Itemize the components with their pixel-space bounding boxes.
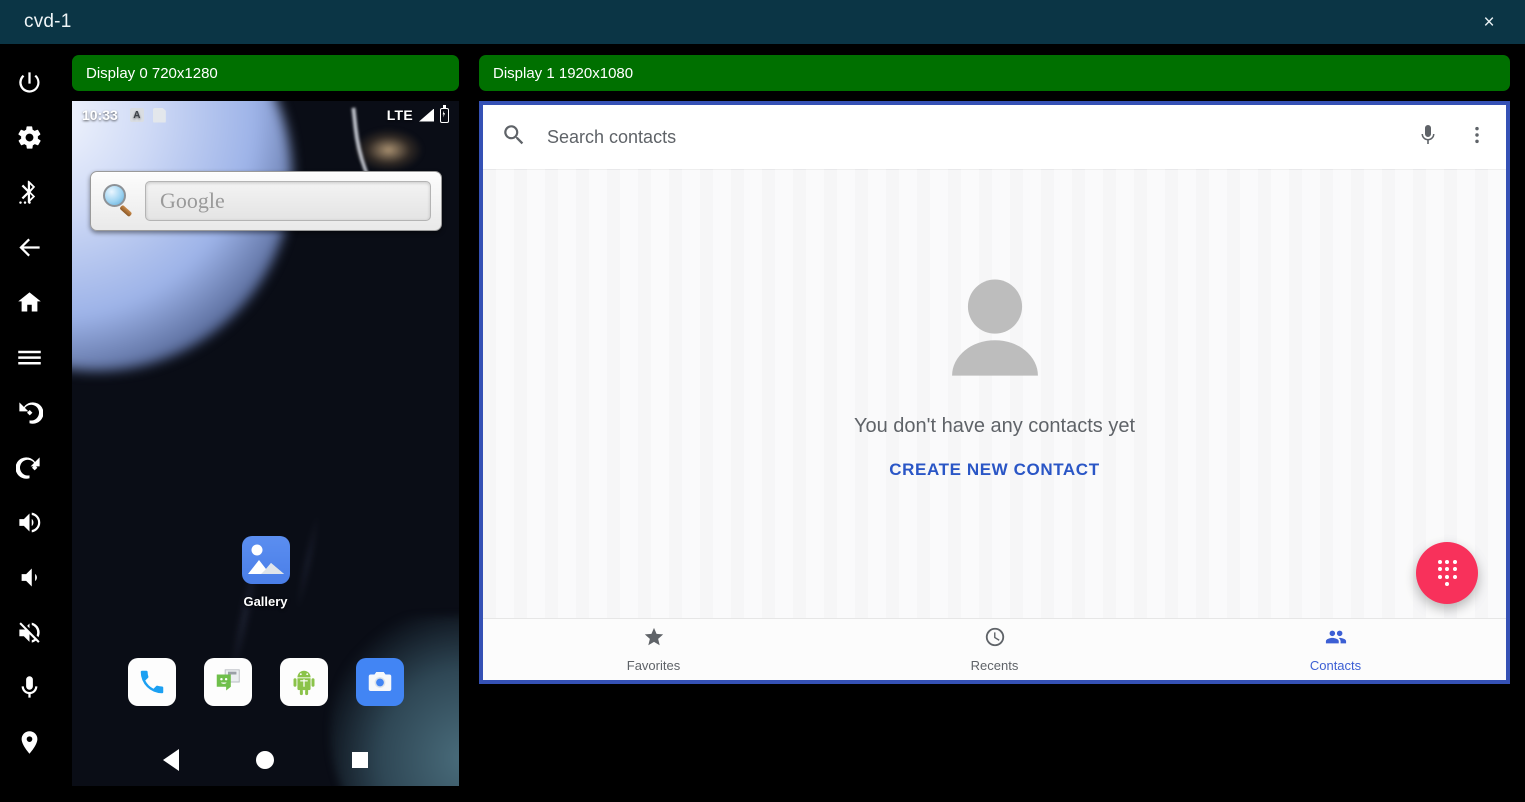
rotate-right-icon[interactable] (1, 440, 57, 495)
bottom-nav-label-recents: Recents (971, 658, 1019, 673)
a-badge-icon: A (130, 108, 144, 122)
menu-icon[interactable] (1, 330, 57, 385)
location-pin-icon[interactable] (1, 715, 57, 770)
microphone-icon[interactable] (1, 660, 57, 715)
camera-icon[interactable] (356, 658, 404, 706)
close-icon[interactable]: × (1475, 8, 1503, 36)
phone-icon[interactable] (128, 658, 176, 706)
bottom-nav-label-contacts: Contacts (1310, 658, 1361, 673)
clock-icon (984, 626, 1006, 653)
bottom-nav-label-favorites: Favorites (627, 658, 680, 673)
window-titlebar: cvd-1 × (0, 0, 1525, 44)
home-dock (72, 658, 459, 706)
gallery-icon (242, 536, 290, 584)
contacts-bottom-nav: Favorites Recents Contacts (483, 618, 1506, 680)
empty-state-message: You don't have any contacts yet (854, 415, 1135, 438)
sd-card-icon (153, 108, 166, 123)
search-icon (501, 122, 527, 153)
signal-bars-icon (419, 109, 434, 122)
people-icon (1325, 626, 1347, 653)
bluetooth-icon[interactable] (1, 165, 57, 220)
back-arrow-icon[interactable] (1, 220, 57, 275)
messaging-icon[interactable] (204, 658, 252, 706)
rotate-left-icon[interactable] (1, 385, 57, 440)
power-icon[interactable] (1, 55, 57, 110)
home-app-grid: Gallery (72, 536, 459, 609)
bottom-nav-item-favorites[interactable]: Favorites (483, 619, 824, 680)
volume-mute-icon[interactable] (1, 605, 57, 660)
app-label-gallery: Gallery (243, 594, 287, 609)
bottom-nav-item-recents[interactable]: Recents (824, 619, 1165, 680)
android-status-bar: 10:33 A LTE (72, 101, 459, 129)
network-type-label: LTE (387, 107, 413, 123)
display-0-header: Display 0 720x1280 (72, 55, 459, 91)
search-input-placeholder[interactable]: Search contacts (547, 127, 676, 148)
battery-charging-icon (440, 108, 449, 123)
google-search-placeholder: Google (160, 188, 225, 214)
google-search-input[interactable]: Google (145, 181, 431, 221)
emulator-window: cvd-1 × (0, 0, 1525, 802)
display-0-screen[interactable]: 10:33 A LTE Google (72, 101, 459, 786)
contacts-empty-state: You don't have any contacts yet CREATE N… (483, 169, 1506, 618)
volume-up-icon[interactable] (1, 495, 57, 550)
contacts-search-bar[interactable]: Search contacts (483, 105, 1506, 169)
android-nav-bar (72, 734, 459, 786)
more-vert-icon[interactable] (1466, 124, 1488, 151)
android-icon[interactable] (280, 658, 328, 706)
star-icon (643, 626, 665, 653)
volume-down-icon[interactable] (1, 550, 57, 605)
home-icon[interactable] (1, 275, 57, 330)
status-clock: 10:33 (82, 107, 118, 123)
microphone-icon[interactable] (1416, 123, 1440, 152)
gear-icon[interactable] (1, 110, 57, 165)
nav-back-icon[interactable] (150, 739, 192, 781)
app-icon-gallery[interactable]: Gallery (223, 536, 309, 609)
window-title: cvd-1 (24, 11, 71, 33)
person-placeholder-icon (939, 278, 1051, 385)
magnifier-icon (101, 183, 137, 219)
nav-home-icon[interactable] (244, 739, 286, 781)
display-1-panel: Display 1 1920x1080 (479, 55, 1510, 91)
device-control-rail (0, 44, 58, 802)
display-0-panel: Display 0 720x1280 (72, 55, 459, 91)
dialpad-fab-button[interactable] (1416, 542, 1478, 604)
google-search-widget[interactable]: Google (90, 171, 442, 231)
display-1-header: Display 1 1920x1080 (479, 55, 1510, 91)
nav-recents-icon[interactable] (339, 739, 381, 781)
dialpad-icon (1436, 560, 1458, 587)
display-1-screen[interactable]: Search contacts You don (479, 101, 1510, 684)
bottom-nav-item-contacts[interactable]: Contacts (1165, 619, 1506, 680)
create-new-contact-button[interactable]: CREATE NEW CONTACT (889, 460, 1099, 480)
